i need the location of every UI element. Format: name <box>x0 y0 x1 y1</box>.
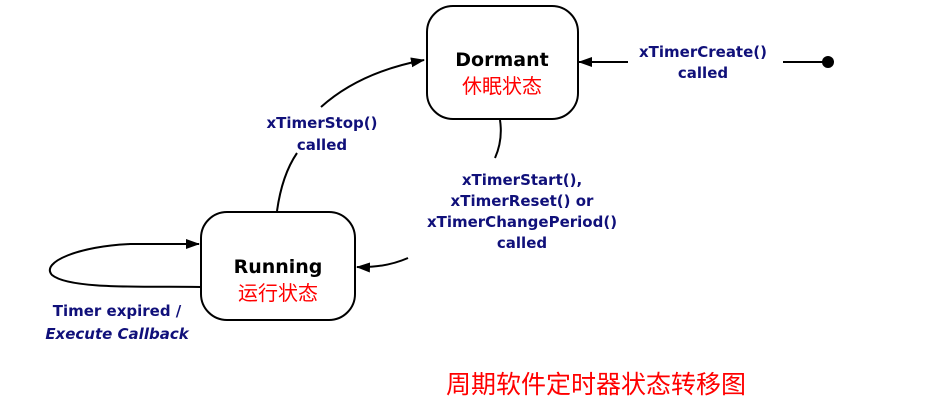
state-dormant-name: Dormant <box>455 49 548 71</box>
start-edge-lower <box>356 257 409 273</box>
stop-edge-upper <box>320 57 425 108</box>
start-edge-upper <box>494 119 502 159</box>
stop-edge-lower <box>276 152 298 212</box>
diagram-caption: 周期软件定时器状态转移图 <box>446 370 746 399</box>
timer-state-diagram: Dormant 休眠状态 Running 运行状态 xTimerCreate()… <box>45 5 834 399</box>
state-dormant-cn: 休眠状态 <box>462 74 542 98</box>
start-label-line3: xTimerChangePeriod() <box>427 213 617 231</box>
start-label-line2: xTimerReset() or <box>451 192 594 210</box>
expired-self-loop <box>48 239 202 288</box>
create-label-line1: xTimerCreate() <box>639 43 767 61</box>
state-running-cn: 运行状态 <box>238 281 318 305</box>
state-running: Running 运行状态 <box>200 211 356 321</box>
stop-label-line2: called <box>297 136 347 154</box>
expired-label-line2: Execute Callback <box>45 325 189 343</box>
expired-label-line1: Timer expired / <box>53 302 182 320</box>
state-running-name: Running <box>234 256 323 278</box>
create-label-line2: called <box>678 64 728 82</box>
state-dormant: Dormant 休眠状态 <box>426 5 579 120</box>
start-label-line4: called <box>497 234 547 252</box>
stop-label-line1: xTimerStop() <box>267 114 378 132</box>
start-label-line1: xTimerStart(), <box>462 171 582 189</box>
